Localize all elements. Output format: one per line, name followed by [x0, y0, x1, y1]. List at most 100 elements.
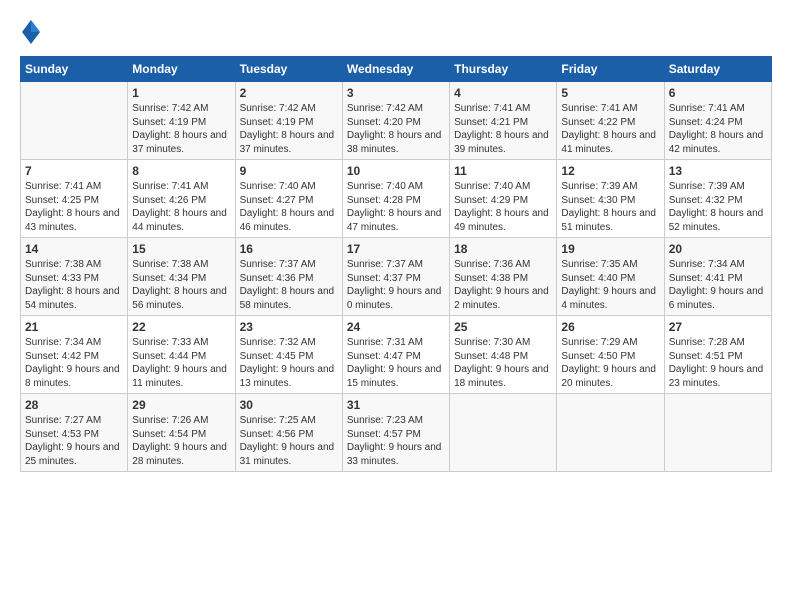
day-number: 31 — [347, 398, 445, 412]
day-number: 16 — [240, 242, 338, 256]
cell-content: Sunrise: 7:42 AMSunset: 4:19 PMDaylight:… — [240, 102, 338, 156]
day-number: 21 — [25, 320, 123, 334]
cell-content: Sunrise: 7:37 AMSunset: 4:37 PMDaylight:… — [347, 258, 445, 312]
day-number: 25 — [454, 320, 552, 334]
day-cell: 23 Sunrise: 7:32 AMSunset: 4:45 PMDayligh… — [235, 316, 342, 394]
cell-content: Sunrise: 7:40 AMSunset: 4:29 PMDaylight:… — [454, 180, 552, 234]
day-number: 2 — [240, 86, 338, 100]
cell-content: Sunrise: 7:39 AMSunset: 4:32 PMDaylight:… — [669, 180, 767, 234]
day-cell: 13 Sunrise: 7:39 AMSunset: 4:32 PMDayligh… — [664, 160, 771, 238]
day-cell: 12 Sunrise: 7:39 AMSunset: 4:30 PMDayligh… — [557, 160, 664, 238]
day-cell: 21 Sunrise: 7:34 AMSunset: 4:42 PMDayligh… — [21, 316, 128, 394]
day-cell: 1 Sunrise: 7:42 AMSunset: 4:19 PMDaylight… — [128, 82, 235, 160]
day-number: 29 — [132, 398, 230, 412]
week-row-5: 28Sunrise: 7:27 AMSunset: 4:53 PMDayligh… — [21, 394, 772, 472]
day-number: 26 — [561, 320, 659, 334]
cell-content: Sunrise: 7:37 AMSunset: 4:36 PMDaylight:… — [240, 258, 338, 312]
day-cell: 27 Sunrise: 7:28 AMSunset: 4:51 PMDayligh… — [664, 316, 771, 394]
cell-content: Sunrise: 7:31 AMSunset: 4:47 PMDaylight:… — [347, 336, 445, 390]
day-number: 9 — [240, 164, 338, 178]
day-number: 12 — [561, 164, 659, 178]
logo-icon — [20, 18, 42, 46]
day-number: 7 — [25, 164, 123, 178]
logo — [20, 18, 46, 46]
day-cell: 4 Sunrise: 7:41 AMSunset: 4:21 PMDaylight… — [450, 82, 557, 160]
day-cell: 10 Sunrise: 7:40 AMSunset: 4:28 PMDayligh… — [342, 160, 449, 238]
day-number: 3 — [347, 86, 445, 100]
day-number: 24 — [347, 320, 445, 334]
cell-content: Sunrise: 7:29 AMSunset: 4:50 PMDaylight:… — [561, 336, 659, 390]
day-cell: 16 Sunrise: 7:37 AMSunset: 4:36 PMDayligh… — [235, 238, 342, 316]
day-number: 4 — [454, 86, 552, 100]
page: SundayMondayTuesdayWednesdayThursdayFrid… — [0, 0, 792, 612]
week-row-3: 14Sunrise: 7:38 AMSunset: 4:33 PMDayligh… — [21, 238, 772, 316]
day-cell: 28Sunrise: 7:27 AMSunset: 4:53 PMDayligh… — [21, 394, 128, 472]
day-cell: 2 Sunrise: 7:42 AMSunset: 4:19 PMDaylight… — [235, 82, 342, 160]
cell-content: Sunrise: 7:34 AMSunset: 4:41 PMDaylight:… — [669, 258, 767, 312]
day-number: 27 — [669, 320, 767, 334]
day-cell — [21, 82, 128, 160]
day-number: 5 — [561, 86, 659, 100]
day-number: 22 — [132, 320, 230, 334]
day-cell: 7 Sunrise: 7:41 AMSunset: 4:25 PMDaylight… — [21, 160, 128, 238]
cell-content: Sunrise: 7:32 AMSunset: 4:45 PMDaylight:… — [240, 336, 338, 390]
cell-content: Sunrise: 7:41 AMSunset: 4:25 PMDaylight:… — [25, 180, 123, 234]
day-cell: 20 Sunrise: 7:34 AMSunset: 4:41 PMDayligh… — [664, 238, 771, 316]
day-number: 17 — [347, 242, 445, 256]
header — [20, 18, 772, 46]
cell-content: Sunrise: 7:41 AMSunset: 4:26 PMDaylight:… — [132, 180, 230, 234]
day-number: 28 — [25, 398, 123, 412]
day-number: 10 — [347, 164, 445, 178]
column-header-friday: Friday — [557, 57, 664, 82]
cell-content: Sunrise: 7:39 AMSunset: 4:30 PMDaylight:… — [561, 180, 659, 234]
day-cell: 24 Sunrise: 7:31 AMSunset: 4:47 PMDayligh… — [342, 316, 449, 394]
cell-content: Sunrise: 7:40 AMSunset: 4:27 PMDaylight:… — [240, 180, 338, 234]
calendar-table: SundayMondayTuesdayWednesdayThursdayFrid… — [20, 56, 772, 472]
column-header-thursday: Thursday — [450, 57, 557, 82]
day-number: 15 — [132, 242, 230, 256]
day-cell: 14Sunrise: 7:38 AMSunset: 4:33 PMDayligh… — [21, 238, 128, 316]
day-number: 8 — [132, 164, 230, 178]
cell-content: Sunrise: 7:38 AMSunset: 4:34 PMDaylight:… — [132, 258, 230, 312]
day-number: 1 — [132, 86, 230, 100]
day-cell: 18Sunrise: 7:36 AMSunset: 4:38 PMDayligh… — [450, 238, 557, 316]
day-cell: 15 Sunrise: 7:38 AMSunset: 4:34 PMDayligh… — [128, 238, 235, 316]
day-cell: 30 Sunrise: 7:25 AMSunset: 4:56 PMDayligh… — [235, 394, 342, 472]
day-cell: 8 Sunrise: 7:41 AMSunset: 4:26 PMDaylight… — [128, 160, 235, 238]
cell-content: Sunrise: 7:33 AMSunset: 4:44 PMDaylight:… — [132, 336, 230, 390]
day-number: 30 — [240, 398, 338, 412]
cell-content: Sunrise: 7:35 AMSunset: 4:40 PMDaylight:… — [561, 258, 659, 312]
column-header-saturday: Saturday — [664, 57, 771, 82]
day-number: 23 — [240, 320, 338, 334]
day-cell: 31Sunrise: 7:23 AMSunset: 4:57 PMDayligh… — [342, 394, 449, 472]
day-cell — [664, 394, 771, 472]
cell-content: Sunrise: 7:41 AMSunset: 4:22 PMDaylight:… — [561, 102, 659, 156]
column-header-monday: Monday — [128, 57, 235, 82]
cell-content: Sunrise: 7:34 AMSunset: 4:42 PMDaylight:… — [25, 336, 123, 390]
cell-content: Sunrise: 7:36 AMSunset: 4:38 PMDaylight:… — [454, 258, 552, 312]
day-number: 14 — [25, 242, 123, 256]
day-cell — [557, 394, 664, 472]
day-cell: 3Sunrise: 7:42 AMSunset: 4:20 PMDaylight… — [342, 82, 449, 160]
cell-content: Sunrise: 7:41 AMSunset: 4:24 PMDaylight:… — [669, 102, 767, 156]
day-number: 13 — [669, 164, 767, 178]
day-number: 20 — [669, 242, 767, 256]
day-cell: 25 Sunrise: 7:30 AMSunset: 4:48 PMDayligh… — [450, 316, 557, 394]
header-row: SundayMondayTuesdayWednesdayThursdayFrid… — [21, 57, 772, 82]
cell-content: Sunrise: 7:40 AMSunset: 4:28 PMDaylight:… — [347, 180, 445, 234]
cell-content: Sunrise: 7:26 AMSunset: 4:54 PMDaylight:… — [132, 414, 230, 468]
day-cell: 6 Sunrise: 7:41 AMSunset: 4:24 PMDaylight… — [664, 82, 771, 160]
column-header-sunday: Sunday — [21, 57, 128, 82]
week-row-2: 7 Sunrise: 7:41 AMSunset: 4:25 PMDaylight… — [21, 160, 772, 238]
day-cell: 11Sunrise: 7:40 AMSunset: 4:29 PMDayligh… — [450, 160, 557, 238]
column-header-wednesday: Wednesday — [342, 57, 449, 82]
cell-content: Sunrise: 7:30 AMSunset: 4:48 PMDaylight:… — [454, 336, 552, 390]
cell-content: Sunrise: 7:42 AMSunset: 4:19 PMDaylight:… — [132, 102, 230, 156]
day-number: 6 — [669, 86, 767, 100]
cell-content: Sunrise: 7:25 AMSunset: 4:56 PMDaylight:… — [240, 414, 338, 468]
day-cell: 5 Sunrise: 7:41 AMSunset: 4:22 PMDaylight… — [557, 82, 664, 160]
day-cell — [450, 394, 557, 472]
day-cell: 29 Sunrise: 7:26 AMSunset: 4:54 PMDayligh… — [128, 394, 235, 472]
cell-content: Sunrise: 7:41 AMSunset: 4:21 PMDaylight:… — [454, 102, 552, 156]
cell-content: Sunrise: 7:28 AMSunset: 4:51 PMDaylight:… — [669, 336, 767, 390]
